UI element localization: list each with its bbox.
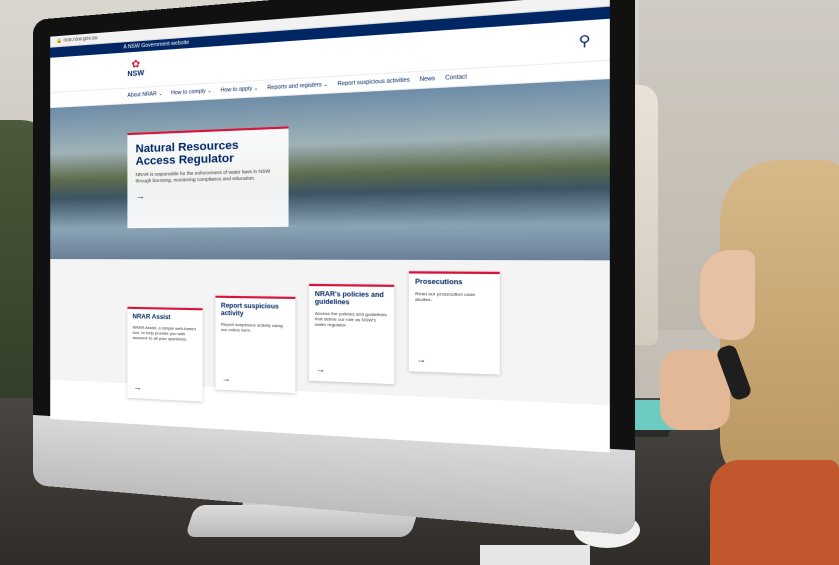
- monitor-screen: 🔒 nrar.nsw.gov.au A NSW Government websi…: [50, 0, 610, 453]
- nav-item-reports[interactable]: Reports and registers ⌄: [267, 82, 328, 92]
- card-nrar-assist[interactable]: NRAR Assist NRAR Assist, a simple web-ba…: [127, 306, 203, 402]
- hero-title: Natural Resources Access Regulator: [135, 139, 239, 168]
- card-report-suspicious[interactable]: Report suspicious activity Report suspic…: [215, 295, 296, 394]
- card-title: Report suspicious activity: [220, 303, 279, 318]
- arrow-right-icon[interactable]: →: [134, 383, 142, 393]
- lock-icon: 🔒: [56, 37, 64, 45]
- card-policies[interactable]: NRAR's policies and guidelines Access th…: [309, 283, 395, 385]
- card-text: Read our prosecution case studies.: [415, 290, 476, 303]
- arrow-right-icon[interactable]: →: [136, 188, 280, 202]
- card-text: Access the policies and guidelines that …: [314, 310, 387, 328]
- hero-card[interactable]: Natural Resources Access Regulator NRAR …: [127, 126, 289, 229]
- card-prosecutions[interactable]: Prosecutions Read our prosecution case s…: [408, 271, 500, 375]
- nav-item-report-suspicious[interactable]: Report suspicious activities: [337, 77, 409, 88]
- card-title: NRAR's policies and guidelines: [314, 291, 384, 307]
- nav-item-comply[interactable]: How to comply ⌄: [171, 88, 212, 97]
- nav-item-contact[interactable]: Contact: [445, 74, 467, 82]
- logo-text: NSW: [127, 69, 145, 79]
- card-text: NRAR Assist, a simple web-based tool, to…: [132, 324, 196, 342]
- keyboard: [480, 545, 590, 565]
- card-title: Prosecutions: [415, 279, 463, 287]
- feature-cards: NRAR Assist NRAR Assist, a simple web-ba…: [50, 259, 610, 406]
- nav-item-news[interactable]: News: [420, 76, 436, 84]
- search-icon[interactable]: ⚲: [579, 32, 591, 50]
- monitor: 🔒 nrar.nsw.gov.au A NSW Government websi…: [33, 0, 636, 536]
- card-text: Report suspicious activity using our onl…: [220, 321, 283, 333]
- arrow-right-icon[interactable]: →: [222, 374, 231, 384]
- photo-scene: 🔒 nrar.nsw.gov.au A NSW Government websi…: [0, 0, 839, 565]
- face: [700, 250, 755, 340]
- arrow-right-icon[interactable]: →: [416, 354, 426, 365]
- sweater: [710, 460, 839, 565]
- arrow-right-icon[interactable]: →: [316, 364, 325, 374]
- nav-item-apply[interactable]: How to apply ⌄: [220, 85, 258, 94]
- url-text: nrar.nsw.gov.au: [63, 35, 98, 44]
- nav-item-about[interactable]: About NRAR ⌄: [127, 91, 162, 99]
- hero-subtitle: NRAR is responsible for the enforcement …: [135, 168, 271, 184]
- nsw-logo[interactable]: ✿ NSW: [127, 58, 145, 80]
- person: [660, 160, 839, 565]
- card-title: NRAR Assist: [132, 314, 171, 322]
- hero-banner: Natural Resources Access Regulator NRAR …: [50, 79, 610, 261]
- waratah-icon: ✿: [131, 58, 141, 71]
